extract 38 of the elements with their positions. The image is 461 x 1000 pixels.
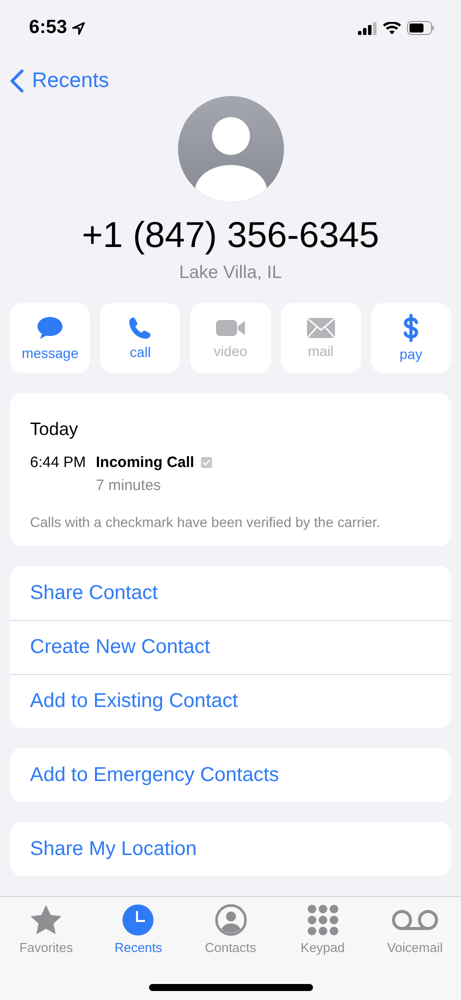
wifi-icon	[383, 22, 401, 34]
option-link[interactable]: Create New Contact	[10, 620, 451, 674]
video-camera-icon	[214, 317, 246, 339]
option-link[interactable]: Add to Existing Contact	[10, 674, 451, 728]
battery-icon	[407, 21, 435, 35]
back-button[interactable]: Recents	[10, 69, 110, 93]
option-link[interactable]: Share Contact	[10, 566, 451, 620]
speech-bubble-icon	[36, 315, 64, 341]
signal-icon	[358, 22, 377, 34]
dollar-sign-icon	[402, 314, 420, 342]
option-link[interactable]: Add to Emergency Contacts	[10, 748, 451, 802]
call-button[interactable]: call	[100, 303, 180, 373]
option-link[interactable]: Share My Location	[10, 822, 451, 876]
call-duration: 7 minutes	[96, 477, 162, 494]
person-circle-icon	[214, 904, 246, 936]
tab-item[interactable]: Voicemail	[368, 903, 461, 1000]
caller-location: Lake Villa, IL	[178, 262, 283, 283]
envelope-icon	[306, 317, 336, 339]
clock-icon	[122, 904, 154, 936]
phone-icon	[128, 316, 152, 340]
chevron-left-icon	[10, 69, 24, 93]
status-time: 6:53	[29, 17, 68, 39]
keypad-icon	[306, 904, 339, 936]
location-arrow-icon	[72, 22, 86, 34]
verification-note: Calls with a checkmark have been verified by the carrier.	[30, 514, 382, 530]
phone-number: +1 (847) 356-6345	[80, 214, 380, 256]
voicemail-icon	[390, 909, 439, 931]
call-day: Today	[30, 419, 431, 440]
tab-item[interactable]: Keypad	[276, 903, 369, 1000]
tab-item[interactable]: Favorites	[0, 903, 92, 1000]
call-time: 6:44 PM	[30, 454, 86, 471]
avatar-icon	[178, 96, 284, 202]
tab-item[interactable]: Recents	[92, 903, 184, 1000]
tab-item[interactable]: Contacts	[184, 903, 277, 1000]
call-type: Incoming Call	[96, 454, 194, 471]
star-icon	[29, 904, 64, 936]
pay-button[interactable]: pay	[370, 303, 452, 373]
message-button[interactable]: message	[10, 303, 90, 373]
